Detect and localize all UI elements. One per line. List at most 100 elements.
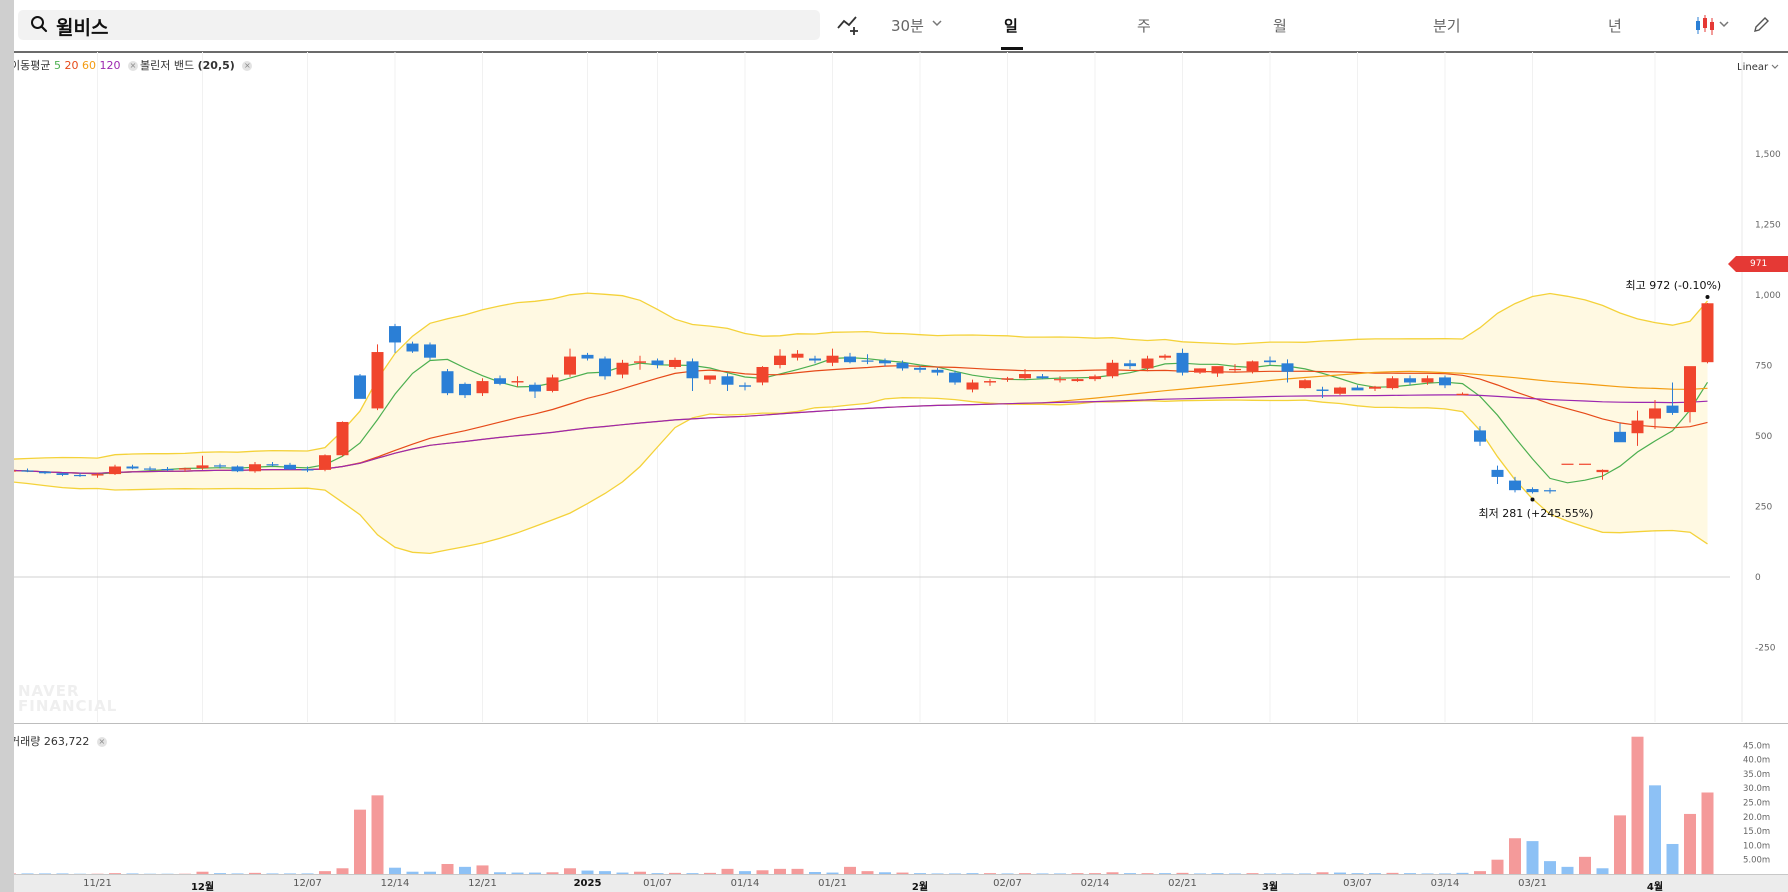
candle-type-icon[interactable] <box>1694 14 1716 36</box>
period-month[interactable]: 월 <box>1273 15 1287 36</box>
x-tick-label: 2월 <box>911 882 929 892</box>
candle <box>1369 386 1381 389</box>
period-30min[interactable]: 30분 <box>891 15 924 36</box>
chevron-down-icon[interactable] <box>1719 20 1729 28</box>
candle <box>686 361 699 379</box>
candle <box>966 382 979 390</box>
x-tick-label: 4월 <box>1646 882 1664 892</box>
candle <box>581 354 594 359</box>
volume-bar <box>1561 866 1574 874</box>
volume-tick-label: 10.0m <box>1743 841 1770 851</box>
candle <box>1684 366 1696 413</box>
x-tick-label: 02/14 <box>1080 878 1110 889</box>
candle <box>1404 378 1416 383</box>
y-tick-label: 1,250 <box>1755 221 1781 231</box>
candle <box>406 343 419 352</box>
volume-bar <box>459 866 471 874</box>
x-tick-label: 01/07 <box>643 878 672 889</box>
candle <box>1491 469 1504 477</box>
candle <box>301 469 314 471</box>
candle <box>476 381 489 394</box>
candle <box>1264 360 1276 363</box>
candle <box>1614 431 1626 443</box>
candle <box>1141 358 1154 369</box>
volume-bar <box>1631 736 1644 874</box>
volume-bar <box>1491 859 1504 874</box>
candle <box>1159 355 1171 358</box>
candle <box>1281 363 1294 372</box>
candle <box>826 355 839 363</box>
candle <box>511 381 524 383</box>
candle <box>1334 387 1346 394</box>
candle <box>1211 366 1224 374</box>
volume-bar <box>476 865 489 874</box>
candle <box>1176 352 1189 373</box>
x-tick-label: 01/21 <box>818 878 847 889</box>
x-tick-label: 03/14 <box>1430 878 1460 889</box>
y-tick-label: -250 <box>1755 643 1776 653</box>
candle <box>284 464 296 470</box>
volume-bar <box>1684 813 1696 874</box>
candle <box>1474 430 1486 442</box>
candle <box>389 326 401 343</box>
candle <box>109 466 121 475</box>
candle <box>1351 387 1364 391</box>
candle <box>791 353 804 358</box>
candle <box>1089 376 1101 380</box>
volume-bar <box>1614 815 1626 874</box>
y-tick-label: 1,500 <box>1755 150 1781 160</box>
candle <box>1666 405 1679 413</box>
candle <box>179 468 191 470</box>
candle <box>91 474 104 476</box>
high-annotation: 최고 972 (-0.10%) <box>1625 278 1722 292</box>
chevron-down-icon[interactable] <box>932 19 942 27</box>
candle <box>1579 463 1591 465</box>
candle <box>896 362 909 369</box>
volume-bar <box>1544 861 1556 874</box>
candle <box>319 455 331 470</box>
search-box[interactable]: 윌비스 <box>18 10 820 40</box>
candle <box>1596 469 1609 473</box>
candle <box>336 421 349 456</box>
y-tick-label: 500 <box>1755 432 1772 442</box>
candle <box>1439 377 1451 386</box>
toolbar: 윌비스 30분 일 주 월 분기 년 <box>14 0 1788 53</box>
candle <box>459 383 471 396</box>
candle <box>196 465 209 469</box>
candle <box>494 378 506 384</box>
pencil-icon[interactable] <box>1752 14 1772 34</box>
candle <box>1194 368 1206 373</box>
candle <box>1019 374 1031 379</box>
search-icon <box>31 16 48 33</box>
candle <box>931 369 944 373</box>
period-day[interactable]: 일 <box>1004 15 1018 36</box>
candle <box>1701 303 1714 363</box>
period-quarter[interactable]: 분기 <box>1433 15 1461 36</box>
volume-bar <box>371 795 384 874</box>
candle <box>424 344 436 358</box>
candle <box>1246 361 1259 372</box>
period-year[interactable]: 년 <box>1608 15 1622 36</box>
add-indicator-icon[interactable] <box>836 14 862 36</box>
candle <box>266 464 279 466</box>
x-tick-label: 2025 <box>573 878 602 889</box>
volume-bar <box>1579 856 1591 874</box>
period-week[interactable]: 주 <box>1137 15 1151 36</box>
candle <box>1036 376 1049 379</box>
y-tick-label: 1,000 <box>1755 291 1781 301</box>
current-price-tag: 971 <box>1728 256 1788 272</box>
volume-chart[interactable]: 45.0m 40.0m 35.0m 30.0m 25.0m 20.0m 15.0m 10.0m… <box>14 724 1788 874</box>
candle <box>249 464 261 472</box>
volume-tick-label: 5.00m <box>1743 856 1770 866</box>
candle <box>1421 378 1434 383</box>
candle <box>599 358 611 377</box>
x-tick-label: 02/07 <box>993 878 1022 889</box>
price-chart[interactable]: 1,500 1,250 1,000 750 500 250 0 -250 <box>14 52 1788 722</box>
candle <box>756 366 769 383</box>
candle <box>651 360 664 366</box>
candle <box>1071 379 1084 382</box>
volume-bar <box>1649 785 1661 874</box>
selected-period-indicator <box>1001 47 1023 50</box>
x-tick-label: 12/21 <box>468 878 497 889</box>
candle <box>14 470 16 472</box>
